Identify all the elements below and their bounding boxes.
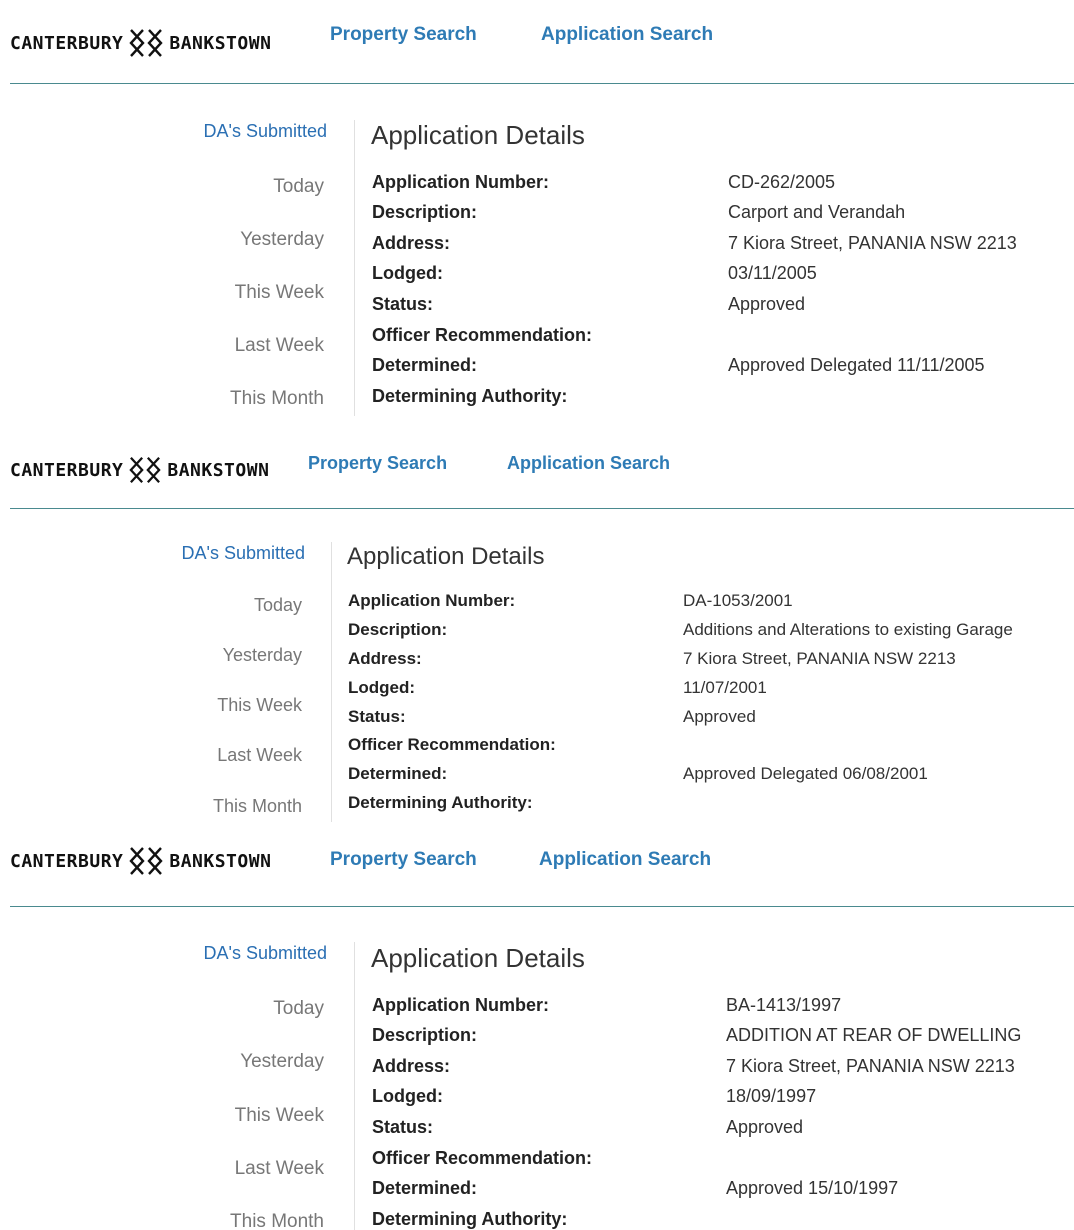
label-address: Address: [372,1056,451,1076]
label-determined: Determined: [348,764,448,783]
sidebar-item-this-month[interactable]: This Month [230,1211,324,1230]
nav-property-search[interactable]: Property Search [330,24,477,46]
nav-property-search[interactable]: Property Search [308,453,447,474]
brand-left: CANTERBURY [10,459,124,481]
label-lodged: Lodged: [372,1086,443,1106]
label-application-number: Application Number: [372,172,550,192]
sidebar-divider [354,942,355,1230]
sidebar-item-last-week[interactable]: Last Week [235,335,324,357]
sidebar-item-yesterday[interactable]: Yesterday [240,1051,324,1073]
value-description: ADDITION AT REAR OF DWELLING [726,1025,1022,1045]
logo-mark-icon [129,456,162,484]
logo-mark-icon [129,29,164,57]
value-determined: Approved 15/10/1997 [726,1178,899,1198]
brand-right: BANKSTOWN [169,32,272,54]
sidebar-divider [331,542,332,822]
value-application-number: CD-262/2005 [728,172,836,192]
sidebar-item-last-week[interactable]: Last Week [217,745,302,766]
sidebar-title-da-submitted[interactable]: DA's Submitted [204,121,328,142]
value-application-number: DA-1053/2001 [683,591,793,610]
brand-right: BANKSTOWN [167,459,270,481]
label-status: Status: [372,1117,434,1137]
application-panel-1: CANTERBURY BANKSTOWN Property Search App… [0,0,1074,416]
sidebar-item-this-week[interactable]: This Week [235,1105,324,1127]
label-application-number: Application Number: [372,995,550,1015]
label-determined: Determined: [372,355,478,375]
application-panel-2: CANTERBURY BANKSTOWN Property Search App… [0,434,1074,822]
value-status: Approved [726,1117,804,1137]
sidebar-item-yesterday[interactable]: Yesterday [240,229,324,251]
sidebar-title-da-submitted[interactable]: DA's Submitted [182,543,306,564]
header-divider [10,508,1074,509]
sidebar-item-today[interactable]: Today [273,998,324,1020]
label-status: Status: [372,294,434,314]
header: CANTERBURY BANKSTOWN Property Search App… [0,434,1074,518]
value-status: Approved [728,294,806,314]
label-description: Description: [372,202,478,222]
nav-property-search[interactable]: Property Search [330,849,477,871]
label-determining-authority: Determining Authority: [372,386,568,406]
label-officer-recommendation: Officer Recommendation: [348,735,556,754]
label-application-number: Application Number: [348,591,516,610]
sidebar-item-yesterday[interactable]: Yesterday [223,645,302,666]
sidebar-item-this-week[interactable]: This Week [217,695,302,716]
header: CANTERBURY BANKSTOWN Property Search App… [0,0,1074,84]
brand-logo[interactable]: CANTERBURY BANKSTOWN [10,844,271,878]
label-lodged: Lodged: [372,263,443,283]
label-description: Description: [348,620,448,639]
value-application-number: BA-1413/1997 [726,995,842,1015]
label-officer-recommendation: Officer Recommendation: [372,325,593,345]
label-status: Status: [348,707,406,726]
sidebar-divider [354,120,355,416]
sidebar-item-this-month[interactable]: This Month [230,388,324,410]
brand-logo[interactable]: CANTERBURY BANKSTOWN [10,454,269,486]
header: CANTERBURY BANKSTOWN Property Search App… [0,822,1074,906]
sidebar-item-this-month[interactable]: This Month [213,796,302,817]
label-address: Address: [348,649,422,668]
value-lodged: 18/09/1997 [726,1086,817,1106]
sidebar-item-today[interactable]: Today [273,176,324,198]
label-lodged: Lodged: [348,678,416,697]
label-determining-authority: Determining Authority: [348,793,533,812]
sidebar-item-last-week[interactable]: Last Week [235,1158,324,1180]
sidebar-title-da-submitted[interactable]: DA's Submitted [204,943,328,964]
label-description: Description: [372,1025,478,1045]
nav-application-search[interactable]: Application Search [541,24,713,46]
nav-application-search[interactable]: Application Search [539,849,711,871]
sidebar-item-today[interactable]: Today [254,595,302,616]
label-officer-recommendation: Officer Recommendation: [372,1148,593,1168]
label-determining-authority: Determining Authority: [372,1209,568,1229]
value-description: Carport and Verandah [728,202,906,222]
value-determined: Approved Delegated 06/08/2001 [683,764,928,783]
label-address: Address: [372,233,451,253]
value-lodged: 11/07/2001 [683,678,767,697]
brand-right: BANKSTOWN [169,850,272,872]
value-address: 7 Kiora Street, PANANIA NSW 2213 [726,1056,1015,1076]
sidebar-item-this-week[interactable]: This Week [235,282,324,304]
value-determined: Approved Delegated 11/11/2005 [728,355,985,375]
value-address: 7 Kiora Street, PANANIA NSW 2213 [683,649,956,668]
brand-left: CANTERBURY [10,850,124,872]
value-status: Approved [683,707,756,726]
brand-left: CANTERBURY [10,32,124,54]
page-title: Application Details [371,943,585,973]
value-description: Additions and Alterations to existing Ga… [683,620,1013,639]
header-divider [10,906,1074,907]
value-lodged: 03/11/2005 [728,263,817,283]
nav-application-search[interactable]: Application Search [507,453,670,474]
logo-mark-icon [129,847,164,875]
application-panel-3: CANTERBURY BANKSTOWN Property Search App… [0,822,1074,1230]
brand-logo[interactable]: CANTERBURY BANKSTOWN [10,26,271,60]
page-title: Application Details [371,120,585,150]
header-divider [10,83,1074,84]
label-determined: Determined: [372,1178,478,1198]
page-title: Application Details [347,543,545,570]
value-address: 7 Kiora Street, PANANIA NSW 2213 [728,233,1017,253]
